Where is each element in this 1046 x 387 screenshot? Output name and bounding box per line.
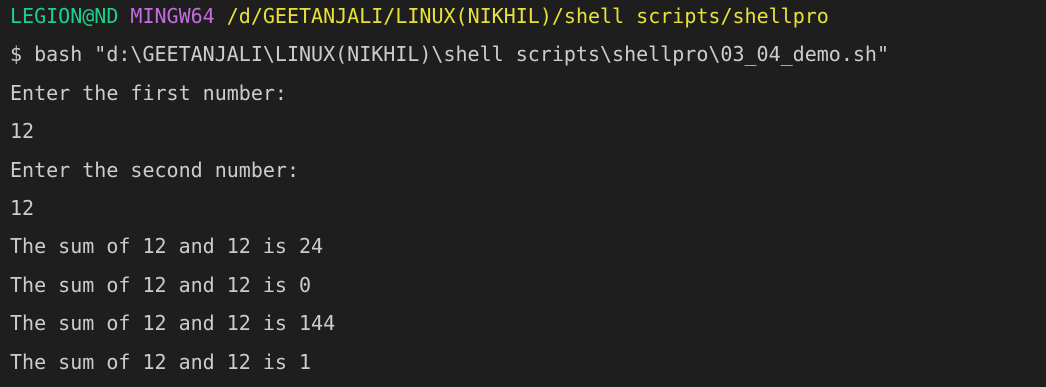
output-line-second-prompt: Enter the second number: [10,157,299,182]
output-line-first-input: 12 [10,119,35,144]
prompt-line: LEGION@ND MINGW64 /d/GEETANJALI/LINUX(NI… [10,1,1046,39]
prompt-user-host: LEGION@ND [10,4,119,28]
output-line-first-prompt: Enter the first number: [10,80,287,105]
output-line-result-1: The sum of 12 and 12 is 24 [10,234,324,259]
prompt-system: MINGW64 [130,4,215,28]
prompt-path: /d/GEETANJALI/LINUX(NIKHIL)/shell script… [226,4,829,28]
terminal-window[interactable]: LEGION@ND MINGW64 /d/GEETANJALI/LINUX(NI… [0,0,1046,387]
output-line-result-4: The sum of 12 and 12 is 1 [10,349,312,374]
output-line-second-input: 12 [10,195,35,220]
command-line: $ bash "d:\GEETANJALI\LINUX(NIKHIL)\shel… [10,42,889,67]
output-line-result-2: The sum of 12 and 12 is 0 [10,272,312,297]
output-line-result-3: The sum of 12 and 12 is 144 [10,311,336,336]
